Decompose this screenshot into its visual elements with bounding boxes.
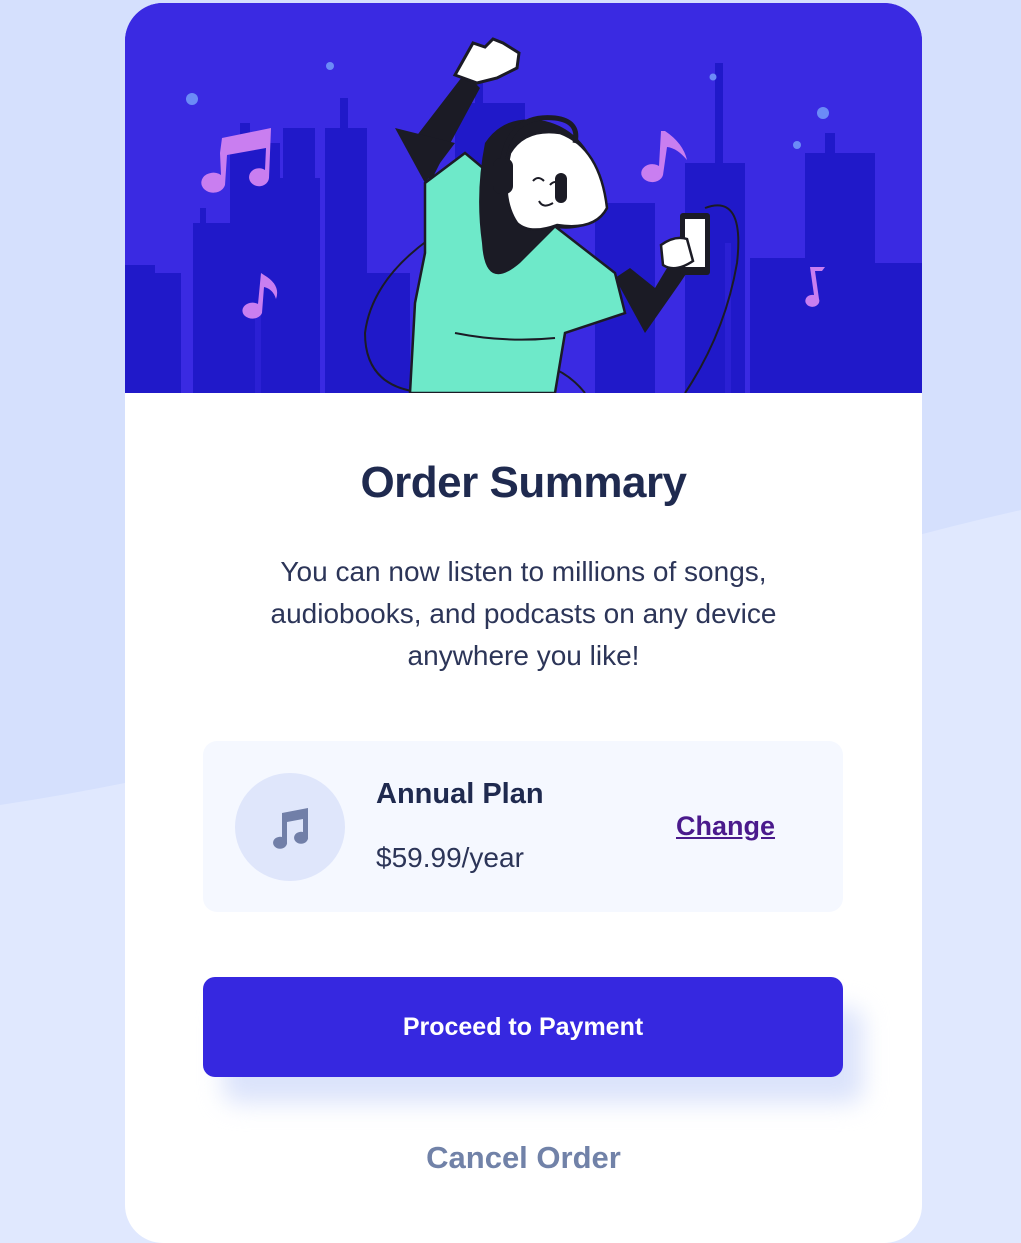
plan-price: $59.99/year [376, 842, 524, 873]
proceed-to-payment-button[interactable]: Proceed to Payment [203, 977, 843, 1077]
music-note-icon [235, 773, 345, 881]
plan-summary: Annual Plan $59.99/year Change [203, 741, 843, 912]
cancel-order-button[interactable]: Cancel Order [125, 1140, 922, 1176]
page-title: Order Summary [360, 458, 687, 507]
hero-illustration [125, 3, 922, 393]
order-description: You can now listen to millions of songs,… [270, 556, 777, 671]
plan-name: Annual Plan [376, 778, 544, 810]
change-plan-link[interactable]: Change [676, 811, 775, 842]
order-summary-card: Order Summary You can now listen to mill… [125, 3, 922, 1243]
